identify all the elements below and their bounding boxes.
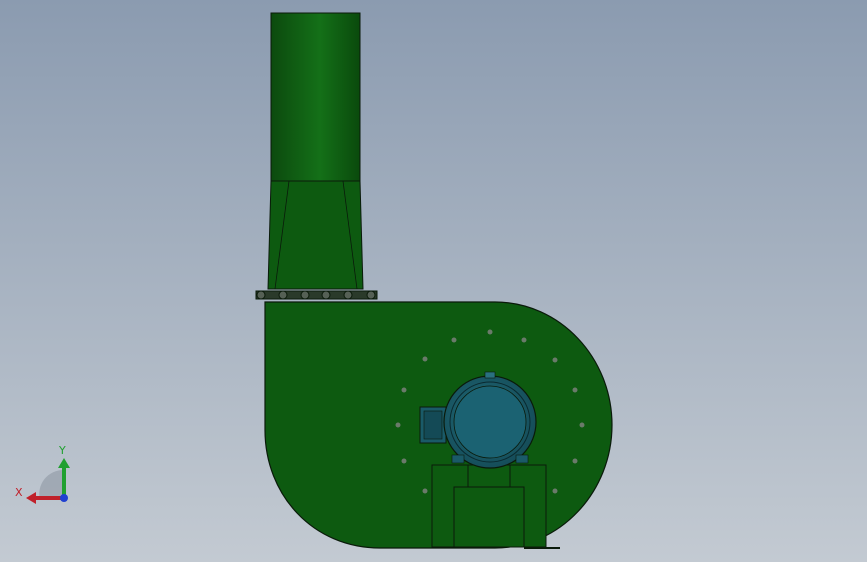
bolt-icon xyxy=(487,329,493,335)
bolt-icon xyxy=(401,458,407,464)
lifting-eye-icon xyxy=(484,371,496,379)
y-axis-label: Y xyxy=(58,444,66,457)
motor-end-cap xyxy=(453,385,527,459)
outlet-duct[interactable] xyxy=(270,12,361,182)
bolt-icon xyxy=(572,387,578,393)
z-axis-icon xyxy=(60,494,68,502)
outlet-flange[interactable] xyxy=(255,290,378,300)
bolt-icon xyxy=(579,422,585,428)
base-inner xyxy=(453,486,525,548)
base-foot xyxy=(524,547,560,549)
bolt-icon xyxy=(451,337,457,343)
terminal-box-cover xyxy=(423,410,443,440)
x-axis-label: X xyxy=(15,486,23,499)
bolt-icon xyxy=(521,337,527,343)
bolt-icon xyxy=(552,488,558,494)
viewport-canvas[interactable]: Y X xyxy=(0,0,867,562)
motor-foot-right xyxy=(515,454,529,464)
motor-foot-left xyxy=(451,454,465,464)
bolt-icon xyxy=(422,488,428,494)
bolt-icon xyxy=(401,387,407,393)
motor-base[interactable] xyxy=(431,464,560,549)
bolt-icon xyxy=(256,290,266,300)
bolt-icon xyxy=(321,290,331,300)
bolt-icon xyxy=(422,356,428,362)
bolt-icon xyxy=(572,458,578,464)
bolt-icon xyxy=(300,290,310,300)
bolt-icon xyxy=(366,290,376,300)
bolt-icon xyxy=(278,290,288,300)
bolt-icon xyxy=(552,357,558,363)
bolt-icon xyxy=(343,290,353,300)
bolt-icon xyxy=(395,422,401,428)
graphics-viewport[interactable]: Y X xyxy=(0,0,867,562)
